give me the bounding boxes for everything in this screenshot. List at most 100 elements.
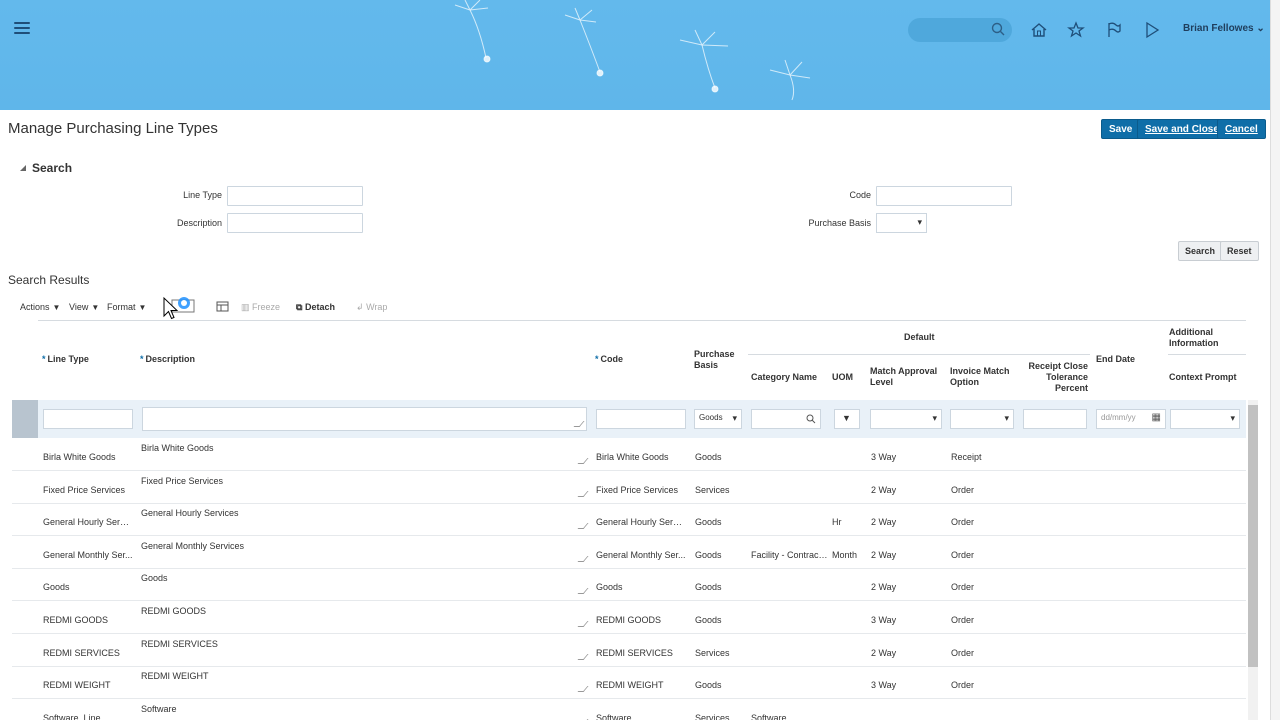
search-icon[interactable] — [806, 414, 816, 424]
table-row[interactable]: Software_Line Software Software Services Sof… — [12, 699, 1246, 720]
cell-description: Goods — [141, 573, 168, 584]
cell-line-type: REDMI WEIGHT — [43, 680, 111, 691]
table-row[interactable]: Fixed Price Services Fixed Price Services… — [12, 471, 1246, 504]
home-icon[interactable] — [1029, 20, 1049, 40]
cell-invoice: Order — [951, 549, 975, 560]
filter-end-date[interactable]: dd/mm/yy ▦ — [1096, 409, 1166, 429]
table-row[interactable]: General Hourly Servi... General Hourly Se… — [12, 503, 1246, 537]
resize-handle-icon[interactable] — [577, 588, 589, 595]
cell-line-type: REDMI SERVICES — [43, 647, 120, 658]
caret-down-icon: ▼ — [138, 303, 147, 312]
cell-invoice: Order — [951, 517, 975, 528]
code-input[interactable] — [876, 186, 1012, 206]
flag-icon[interactable] — [1104, 20, 1124, 40]
table-row[interactable]: Birla White Goods Birla White Goods Birla … — [12, 438, 1246, 471]
filter-match-approval[interactable] — [870, 409, 942, 429]
filter-uom[interactable]: ▼ — [834, 409, 860, 429]
col-code[interactable]: * Code — [595, 354, 623, 365]
col-description[interactable]: * Description — [140, 354, 195, 365]
wrap-button[interactable]: ↲ Wrap — [356, 302, 387, 313]
cell-category: Facility - Contractor — [751, 549, 829, 560]
line-type-input[interactable] — [227, 186, 363, 206]
user-menu[interactable]: Brian Fellowes ⌄ — [1183, 23, 1265, 34]
cell-code: REDMI WEIGHT — [596, 680, 664, 691]
table-row[interactable]: General Monthly Ser... General Monthly Se… — [12, 536, 1246, 569]
filter-context-prompt[interactable] — [1170, 409, 1240, 429]
filter-receipt-close[interactable] — [1023, 409, 1087, 429]
cell-basis: Goods — [695, 452, 722, 462]
resize-handle-icon[interactable] — [577, 555, 589, 562]
results-heading: Search Results — [8, 273, 90, 287]
caret-down-icon: ▼ — [842, 413, 851, 423]
calendar-icon: ▦ — [1151, 412, 1161, 423]
col-context-prompt[interactable]: Context Prompt — [1169, 372, 1237, 383]
cell-description: REDMI GOODS — [141, 606, 207, 616]
reset-button[interactable]: Reset — [1220, 241, 1259, 261]
wrap-icon: ↲ — [356, 302, 364, 312]
col-purchase-basis[interactable]: Purchase Basis — [694, 349, 746, 371]
search-button[interactable]: Search — [1178, 241, 1223, 261]
edit-row-icon[interactable] — [216, 301, 230, 313]
line-type-label: Line Type — [183, 190, 222, 200]
global-search-input[interactable] — [908, 18, 1012, 42]
cell-description: General Hourly Services — [141, 508, 239, 519]
filter-category[interactable] — [751, 409, 821, 429]
filter-purchase-basis[interactable]: Goods — [694, 409, 742, 429]
resize-handle-icon[interactable] — [577, 523, 589, 530]
play-icon[interactable] — [1142, 20, 1162, 40]
resize-handle-icon[interactable] — [577, 458, 589, 464]
cell-invoice: Order — [951, 582, 975, 593]
star-icon[interactable] — [1066, 20, 1086, 40]
col-end-date[interactable]: End Date — [1096, 354, 1135, 365]
format-menu[interactable]: Format ▼ — [107, 302, 146, 312]
cell-basis: Services — [695, 484, 730, 495]
save-and-close-button[interactable]: Save and Close — [1137, 119, 1227, 139]
menu-icon[interactable] — [14, 22, 30, 36]
detach-button[interactable]: ⧉ Detach — [296, 302, 335, 313]
filter-line-type[interactable] — [43, 409, 133, 429]
filter-code[interactable] — [596, 409, 686, 429]
col-match-approval[interactable]: Match Approval Level — [870, 366, 946, 388]
cell-basis: Goods — [695, 582, 722, 593]
cell-description: Birla White Goods — [141, 443, 214, 453]
table-row[interactable]: REDMI SERVICES REDMI SERVICES REDMI SERVIC… — [12, 634, 1246, 667]
col-uom[interactable]: UOM — [832, 372, 853, 383]
table-row[interactable]: REDMI WEIGHT REDMI WEIGHT REDMI WEIGHT Good… — [12, 666, 1246, 700]
cell-code: REDMI SERVICES — [596, 647, 673, 658]
freeze-button[interactable]: ▥ Freeze — [241, 302, 280, 313]
filter-invoice-match[interactable] — [950, 409, 1014, 429]
search-section-header[interactable]: Search — [20, 161, 72, 175]
cell-uom: Hr — [832, 517, 842, 528]
actions-menu[interactable]: Actions ▼ — [20, 302, 60, 312]
cell-invoice: Receipt — [951, 452, 982, 462]
purchase-basis-select[interactable] — [876, 213, 927, 233]
col-receipt-close[interactable]: Receipt Close Tolerance Percent — [1024, 361, 1088, 394]
col-line-type[interactable]: * Line Type — [42, 354, 89, 365]
cell-match: 3 Way — [871, 680, 897, 691]
view-menu[interactable]: View ▼ — [69, 302, 99, 312]
description-input[interactable] — [227, 213, 363, 233]
cell-match: 2 Way — [871, 549, 897, 560]
col-invoice-match[interactable]: Invoice Match Option — [950, 366, 1022, 388]
table-row[interactable]: REDMI GOODS REDMI GOODS REDMI GOODS Goods 3 … — [12, 601, 1246, 634]
filter-description[interactable] — [142, 407, 587, 431]
cell-invoice: Order — [951, 647, 975, 658]
resize-handle-icon[interactable] — [573, 421, 585, 427]
cancel-button[interactable]: Cancel — [1217, 119, 1266, 139]
collapse-triangle-icon — [20, 165, 26, 171]
purchase-basis-label: Purchase Basis — [808, 218, 871, 228]
table-scrollbar-thumb[interactable] — [1248, 405, 1258, 667]
resize-handle-icon[interactable] — [577, 490, 589, 497]
resize-handle-icon[interactable] — [577, 653, 589, 660]
search-icon[interactable] — [990, 21, 1006, 37]
cell-description: REDMI WEIGHT — [141, 671, 209, 682]
cell-basis: Goods — [695, 549, 722, 560]
resize-handle-icon[interactable] — [577, 621, 589, 627]
table-row[interactable]: Goods Goods Goods Goods 2 Way Order — [12, 568, 1246, 602]
resize-handle-icon[interactable] — [577, 686, 589, 693]
cell-line-type: Goods — [43, 582, 70, 593]
cell-description: General Monthly Services — [141, 540, 245, 551]
cell-line-type: Fixed Price Services — [43, 484, 126, 495]
col-category-name[interactable]: Category Name — [751, 372, 817, 383]
save-button[interactable]: Save — [1101, 119, 1141, 139]
